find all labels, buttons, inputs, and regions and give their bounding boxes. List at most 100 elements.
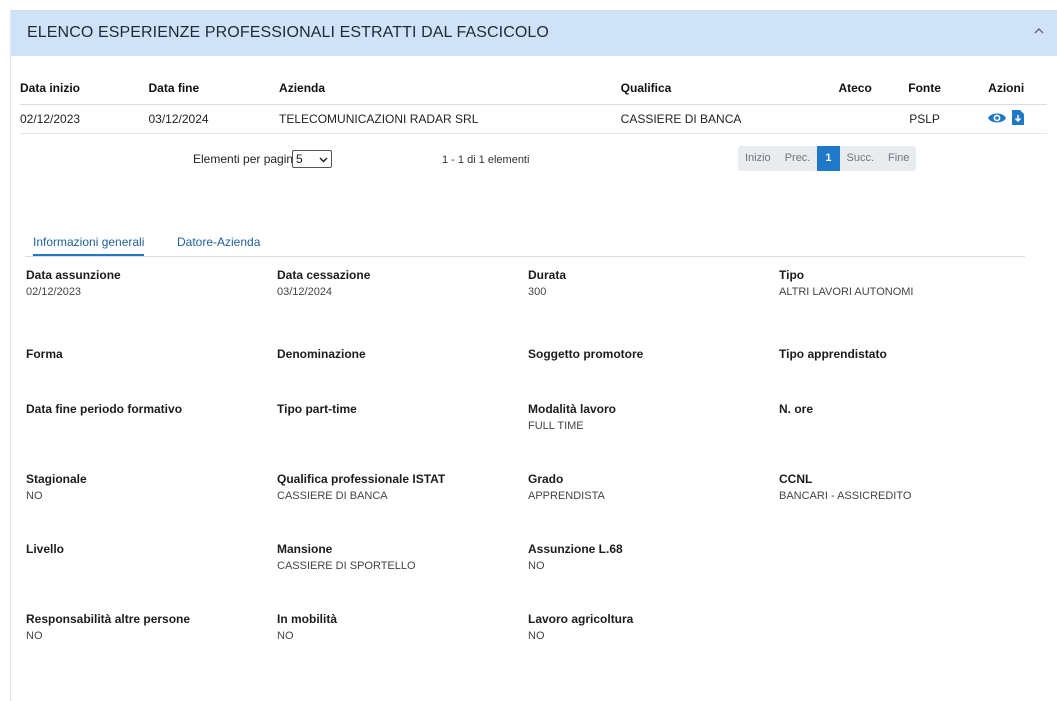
field-tipo-apprendistato: Tipo apprendistato [779,347,1019,379]
field-value [277,420,517,434]
pager-count: 1 - 1 di 1 elementi [442,154,530,166]
cell-data-inizio: 02/12/2023 [20,104,149,134]
col-azienda[interactable]: Azienda [279,78,621,105]
field-label: Denominazione [277,347,366,361]
tab-datore-azienda[interactable]: Datore-Azienda [177,235,260,249]
field-value: 300 [528,286,547,298]
field-value: CASSIERE DI SPORTELLO [277,560,416,572]
field-value: APPRENDISTA [528,490,605,502]
field-data-cessazione: Data cessazione 03/12/2024 [277,268,517,300]
field-value: CASSIERE DI BANCA [277,490,388,502]
field-ccnl: CCNL BANCARI - ASSICREDITO [779,472,1019,504]
field-soggetto-promotore: Soggetto promotore [528,347,768,379]
field-label: Grado [528,472,564,486]
field-label: N. ore [779,402,814,416]
page-size-value: 5 [296,152,303,166]
page-size-select[interactable]: 5 [292,150,332,168]
field-value [779,420,1019,434]
field-tipo-part-time: Tipo part-time [277,402,517,434]
field-value: NO [528,630,545,642]
field-label: Livello [26,542,65,556]
field-label: Lavoro agricoltura [528,612,634,626]
field-label: Data fine periodo formativo [26,402,183,416]
field-label: Soggetto promotore [528,347,644,361]
field-label: Tipo part-time [277,402,357,416]
cell-data-fine: 03/12/2024 [148,104,280,134]
field-value: NO [277,630,294,642]
field-grado: Grado APPRENDISTA [528,472,768,504]
field-forma: Forma [26,347,266,379]
cell-fonte: PSLP [883,104,966,134]
field-value [277,365,517,379]
cell-qualifica: CASSIERE DI BANCA [620,104,770,134]
cell-azienda: TELECOMUNICAZIONI RADAR SRL [279,104,621,134]
field-label: In mobilità [277,612,337,626]
field-label: Data cessazione [277,268,371,282]
field-tipo: Tipo ALTRI LAVORI AUTONOMI [779,268,1019,300]
panel-title: ELENCO ESPERIENZE PROFESSIONALI ESTRATTI… [27,24,549,41]
page-1-button[interactable]: 1 [817,146,840,171]
col-ateco[interactable]: Ateco [769,78,884,105]
field-n-ore: N. ore [779,402,1019,434]
field-responsabilita-altre-persone: Responsabilità altre persone NO [26,612,266,644]
field-label: Responsabilità altre persone [26,612,191,626]
field-value: 03/12/2024 [277,286,333,298]
pagination: Inizio Prec. 1 Succ. Fine [738,146,917,171]
chevron-up-icon[interactable] [1030,22,1048,40]
field-modalita-lavoro: Modalità lavoro FULL TIME [528,402,768,434]
field-label: CCNL [779,472,813,486]
detail-tabs: Informazioni generali Datore-Azienda [25,232,1025,257]
col-fonte[interactable]: Fonte [883,78,966,105]
field-label: Assunzione L.68 [528,542,623,556]
download-icon[interactable] [1011,109,1025,129]
col-data-inizio[interactable]: Data inizio [20,78,149,105]
field-denominazione: Denominazione [277,347,517,379]
field-label: Mansione [277,542,333,556]
table-row[interactable]: 02/12/2023 03/12/2024 TELECOMUNICAZIONI … [20,104,1047,134]
field-durata: Durata 300 [528,268,768,300]
panel-header[interactable]: ELENCO ESPERIENZE PROFESSIONALI ESTRATTI… [11,10,1057,56]
field-value: NO [26,490,43,502]
eye-icon[interactable] [987,111,1007,128]
field-label: Tipo apprendistato [779,347,887,361]
field-label: Data assunzione [26,268,121,282]
field-label: Modalità lavoro [528,402,617,416]
field-value [26,560,266,574]
page-last-button[interactable]: Fine [881,146,916,171]
page-first-button[interactable]: Inizio [738,146,778,171]
field-lavoro-agricoltura: Lavoro agricoltura NO [528,612,768,644]
field-mansione: Mansione CASSIERE DI SPORTELLO [277,542,517,574]
field-value: ALTRI LAVORI AUTONOMI [779,286,914,298]
field-value: FULL TIME [528,420,584,432]
field-value [779,365,1019,379]
field-in-mobilita: In mobilità NO [277,612,517,644]
field-assunzione-l68: Assunzione L.68 NO [528,542,768,574]
field-value [26,420,266,434]
tab-informazioni-generali[interactable]: Informazioni generali [33,235,145,256]
field-stagionale: Stagionale NO [26,472,266,504]
field-data-assunzione: Data assunzione 02/12/2023 [26,268,266,300]
field-value: NO [26,630,43,642]
field-label: Forma [26,347,63,361]
col-qualifica[interactable]: Qualifica [620,78,770,105]
field-label: Durata [528,268,567,282]
page-next-button[interactable]: Succ. [840,146,882,171]
field-label: Stagionale [26,472,87,486]
col-data-fine[interactable]: Data fine [148,78,280,105]
chevron-down-icon [319,152,328,166]
cell-ateco [769,104,884,134]
table-header-row: Data inizio Data fine Azienda Qualifica … [20,78,1047,105]
field-label: Tipo [779,268,805,282]
field-label: Qualifica professionale ISTAT [277,472,446,486]
field-data-fine-periodo-formativo: Data fine periodo formativo [26,402,266,434]
field-livello: Livello [26,542,266,574]
field-value: BANCARI - ASSICREDITO [779,490,912,502]
page-prev-button[interactable]: Prec. [778,146,818,171]
field-value: 02/12/2023 [26,286,82,298]
field-value [26,365,266,379]
field-value [528,365,768,379]
page-size-label: Elementi per pagina [193,152,300,166]
cell-azioni [965,104,1047,134]
field-qualifica-istat: Qualifica professionale ISTAT CASSIERE D… [277,472,517,504]
experience-table: Data inizio Data fine Azienda Qualifica … [20,78,1047,134]
